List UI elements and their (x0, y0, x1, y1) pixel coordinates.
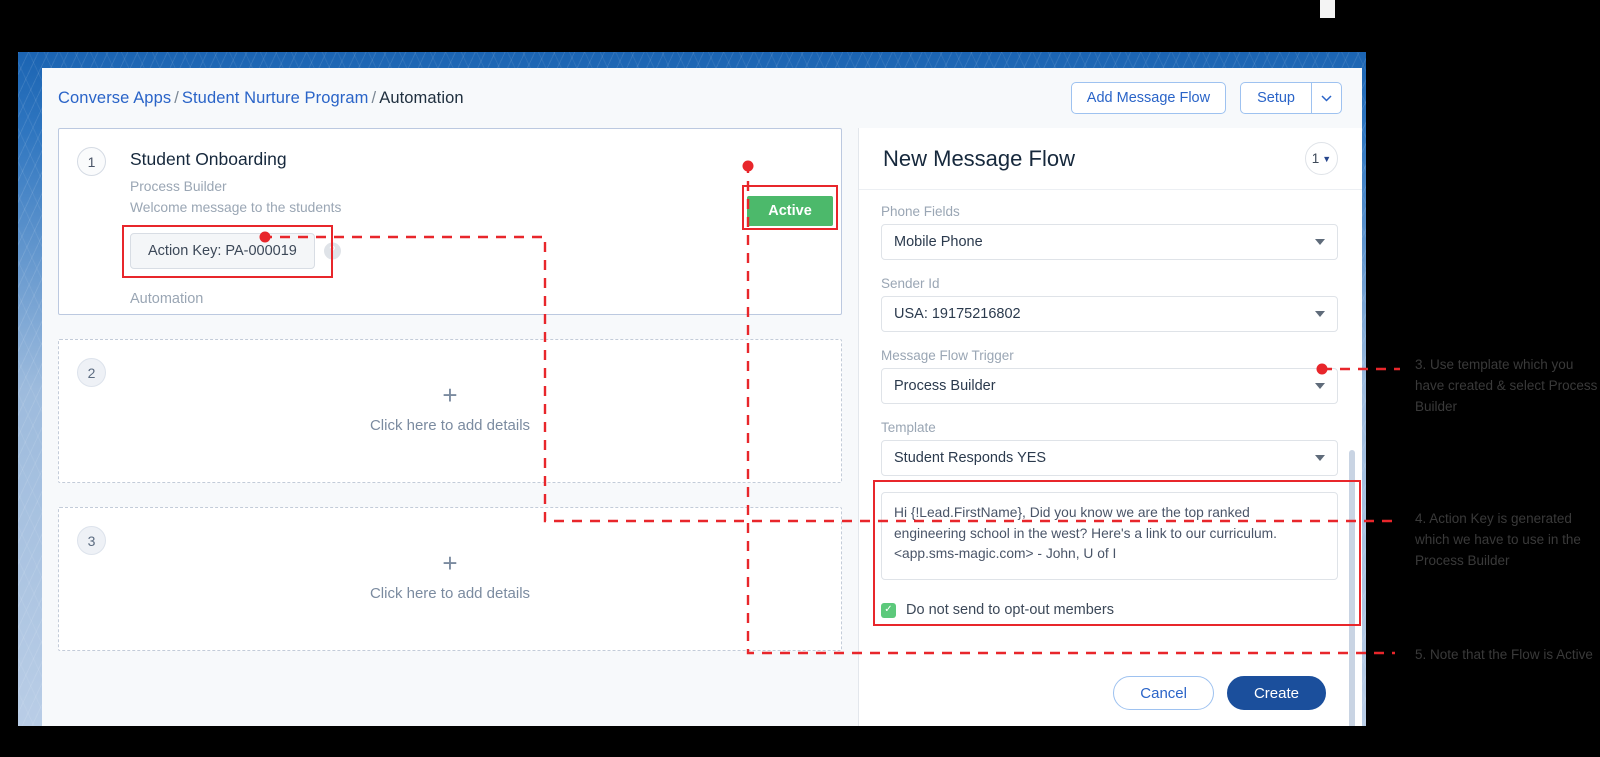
setup-button[interactable]: Setup (1240, 82, 1311, 114)
step-number-badge: 3 (77, 526, 106, 555)
annotation-5: 5. Note that the Flow is Active (1415, 647, 1593, 662)
field-phone-fields: Phone Fields Mobile Phone (881, 204, 1338, 260)
step-number-badge: 2 (77, 358, 106, 387)
chevron-down-icon (1315, 239, 1325, 245)
empty-step-label: Click here to add details (369, 585, 531, 602)
automation-step-3[interactable]: 3 + Click here to add details (58, 507, 842, 651)
breadcrumb-converse-apps[interactable]: Converse Apps (58, 89, 171, 107)
opt-out-checkbox-label: Do not send to opt-out members (906, 602, 1114, 618)
top-bar: Converse Apps / Student Nurture Program / Au… (42, 68, 1362, 128)
panel-header: New Message Flow 1 ▼ (859, 128, 1362, 190)
flow-count-badge[interactable]: 1 ▼ (1305, 142, 1338, 175)
field-label: Phone Fields (881, 204, 960, 219)
annotation-text-column: 3. Use template which you have created &… (1415, 0, 1600, 757)
step-subtitle: Process Builder (130, 179, 227, 194)
screenshot-artifact (1320, 0, 1335, 18)
setup-split-button: Setup (1240, 82, 1342, 114)
breadcrumb-current-automation: Automation (379, 88, 464, 107)
step-number-badge: 1 (77, 147, 106, 176)
chevron-down-icon (1315, 383, 1325, 389)
field-sender-id: Sender Id USA: 19175216802 (881, 276, 1338, 332)
chevron-down-icon (1315, 455, 1325, 461)
action-key-wrapper: Action Key: PA-000019 ? (122, 224, 341, 278)
plus-icon: + (442, 380, 458, 410)
field-label: Template (881, 420, 936, 435)
empty-step-placeholder: + Click here to add details (370, 550, 530, 602)
action-key-chip[interactable]: Action Key: PA-000019 (130, 232, 315, 269)
field-message-flow-trigger: Message Flow Trigger Process Builder (881, 348, 1338, 404)
app-window-frame: Converse Apps / Student Nurture Program / Au… (18, 52, 1366, 726)
breadcrumb: Converse Apps / Student Nurture Program / Au… (58, 89, 464, 108)
breadcrumb-separator-2: / (371, 88, 377, 107)
select-value: Process Builder (894, 378, 996, 394)
field-template: Template Student Responds YES (881, 420, 1338, 476)
create-button[interactable]: Create (1226, 676, 1326, 710)
app-surface: Converse Apps / Student Nurture Program / Au… (42, 68, 1362, 726)
empty-step-label: Click here to add details (369, 417, 531, 434)
automation-step-1[interactable]: 1 Student Onboarding Process Builder Wel… (58, 128, 842, 315)
question-mark-icon[interactable]: ? (323, 242, 341, 260)
chevron-down-icon: ▼ (1322, 153, 1332, 164)
chevron-down-icon[interactable] (1311, 82, 1342, 114)
automation-step-2[interactable]: 2 + Click here to add details (58, 339, 842, 483)
step-description: Welcome message to the students (130, 200, 342, 216)
check-icon[interactable]: ✓ (881, 602, 896, 618)
flow-count-value: 1 (1311, 151, 1320, 166)
add-message-flow-button[interactable]: Add Message Flow (1070, 82, 1227, 114)
annotation-4: 4. Action Key is generated which we have… (1415, 511, 1581, 568)
new-message-flow-panel: New Message Flow 1 ▼ Phone Fields Mobile… (858, 128, 1362, 726)
panel-title: New Message Flow (883, 145, 1075, 171)
breadcrumb-separator-1: / (174, 88, 179, 107)
select-value: Mobile Phone (894, 234, 983, 250)
template-select[interactable]: Student Responds YES (881, 440, 1338, 476)
field-label: Sender Id (881, 276, 940, 291)
panel-footer: Cancel Create (859, 676, 1362, 710)
select-value: USA: 19175216802 (894, 306, 1021, 322)
step-content: Student Onboarding Process Builder Welco… (122, 149, 821, 307)
phone-fields-select[interactable]: Mobile Phone (881, 224, 1338, 260)
automation-steps-column: 1 Student Onboarding Process Builder Wel… (58, 128, 842, 726)
opt-out-checkbox-row: ✓ Do not send to opt-out members (881, 602, 1338, 618)
chevron-down-icon (1315, 311, 1325, 317)
step-footer-label: Automation (130, 290, 204, 307)
top-bar-actions: Add Message Flow Setup (1070, 82, 1342, 114)
breadcrumb-student-nurture-program[interactable]: Student Nurture Program (182, 89, 369, 107)
status-badge: Active (747, 196, 833, 226)
message-body-textarea[interactable]: Hi {!Lead.FirstName}, Did you know we ar… (881, 492, 1338, 580)
message-flow-trigger-select[interactable]: Process Builder (881, 368, 1338, 404)
field-label: Message Flow Trigger (881, 348, 1014, 363)
sender-id-select[interactable]: USA: 19175216802 (881, 296, 1338, 332)
cancel-button[interactable]: Cancel (1113, 676, 1214, 710)
plus-icon: + (442, 548, 458, 578)
select-value: Student Responds YES (894, 450, 1047, 466)
annotation-3: 3. Use template which you have created &… (1415, 357, 1598, 414)
step-title: Student Onboarding (130, 149, 287, 169)
panel-body: Phone Fields Mobile Phone Sender Id USA:… (859, 190, 1362, 618)
empty-step-placeholder: + Click here to add details (370, 382, 530, 434)
